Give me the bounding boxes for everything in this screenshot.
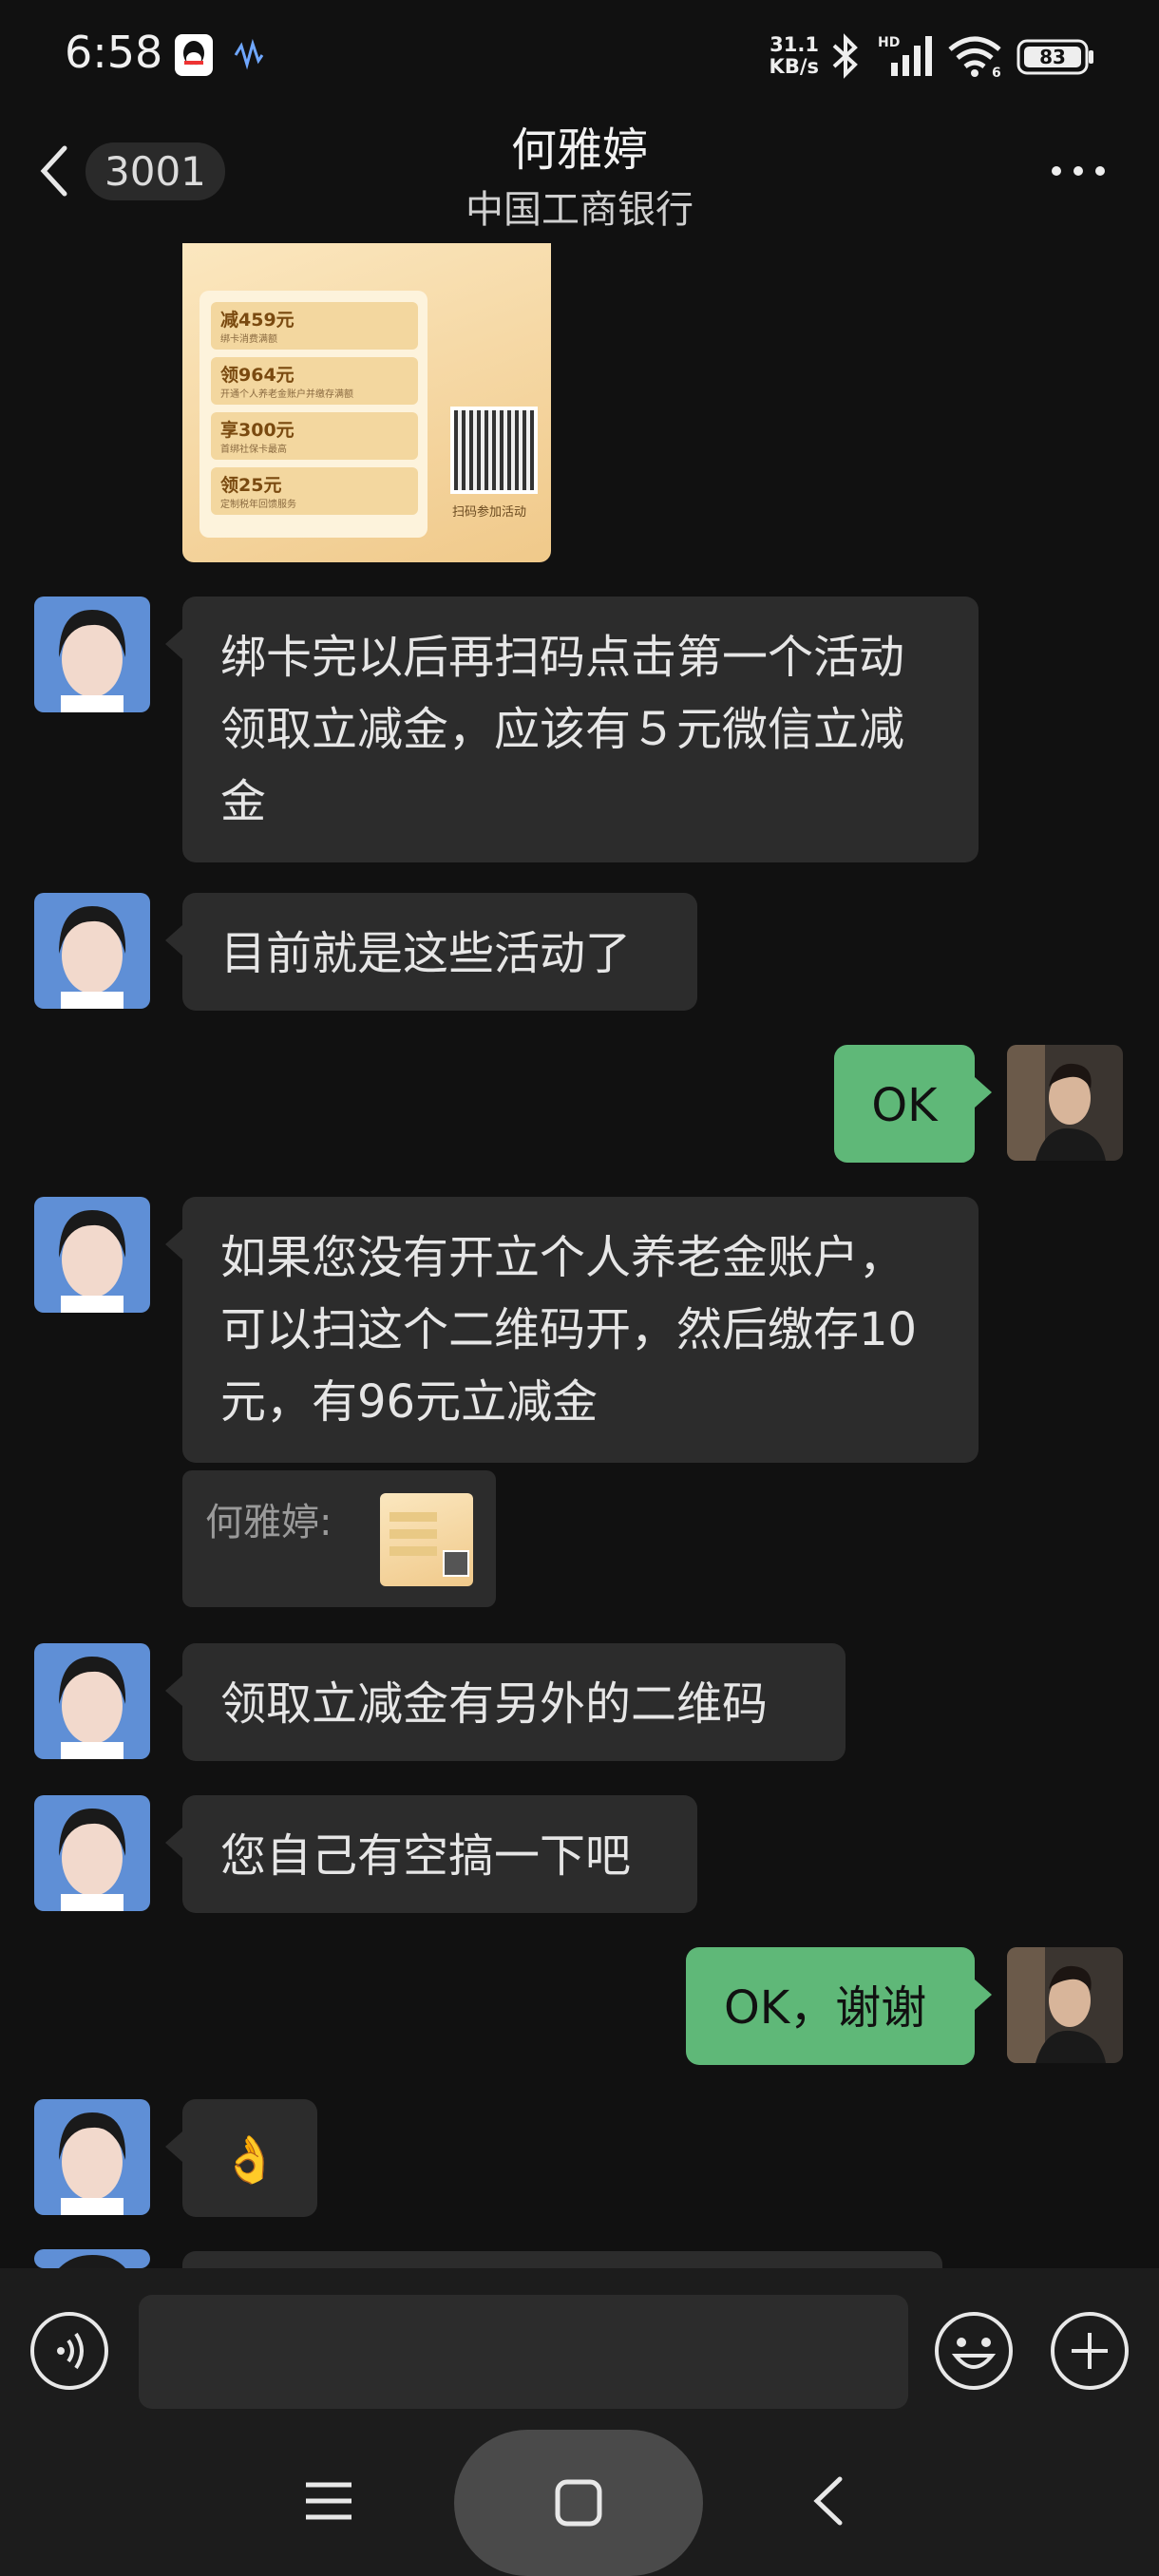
contact-avatar[interactable]: [34, 1795, 150, 1911]
back-arrow-icon: [813, 2476, 843, 2526]
svg-text:HD: HD: [878, 35, 900, 50]
menu-icon: [306, 2482, 352, 2520]
bluetooth-icon: [826, 32, 864, 84]
my-avatar[interactable]: [1007, 1947, 1123, 2063]
svg-text:83: 83: [1039, 46, 1066, 68]
message-bubble-sent[interactable]: OK: [834, 1045, 975, 1163]
message-bubble[interactable]: 您自己有空搞一下吧: [182, 1795, 697, 1913]
wifi-icon: 6: [946, 34, 1007, 82]
contact-avatar[interactable]: [34, 1643, 150, 1759]
svg-text:6: 6: [992, 66, 1001, 78]
menu-button[interactable]: [300, 2475, 357, 2527]
smiley-icon: [935, 2312, 1013, 2390]
battery-icon: 83: [1016, 38, 1096, 80]
signal-icon: HD: [878, 34, 939, 82]
emoji-message-bubble[interactable]: 👌: [182, 2099, 317, 2217]
quoted-message[interactable]: 何雅婷:: [182, 1470, 496, 1607]
message-bubble-partial[interactable]: [182, 2251, 942, 2268]
poster-row: 减459元 绑卡消费满额: [211, 302, 418, 350]
plus-icon: [1051, 2312, 1129, 2390]
voice-input-button[interactable]: [28, 2310, 110, 2392]
emoji-button[interactable]: [933, 2310, 1015, 2392]
promo-poster-image[interactable]: 减459元 绑卡消费满额 领964元 开通个人养老金账户并缴存满额 享300元 …: [182, 243, 551, 562]
more-options-button[interactable]: [1045, 152, 1112, 190]
qq-icon: [175, 34, 213, 80]
contact-avatar[interactable]: [34, 2249, 150, 2268]
poster-row: 享300元 首绑社保卡最高: [211, 412, 418, 460]
contact-avatar[interactable]: [34, 2099, 150, 2215]
status-time: 6:58: [65, 27, 163, 78]
poster-row: 领964元 开通个人养老金账户并缴存满额: [211, 357, 418, 405]
home-square-icon: [555, 2479, 602, 2527]
contact-avatar[interactable]: [34, 1197, 150, 1313]
chat-title: 何雅婷: [510, 123, 648, 177]
message-bubble[interactable]: 领取立减金有另外的二维码: [182, 1643, 846, 1761]
network-speed: 31.1 KB/s: [769, 33, 819, 78]
quote-sender-name: 何雅婷:: [205, 1501, 332, 1544]
quote-thumbnail-image: [380, 1493, 473, 1586]
contact-avatar[interactable]: [34, 597, 150, 712]
message-bubble[interactable]: 目前就是这些活动了: [182, 893, 697, 1011]
more-functions-button[interactable]: [1049, 2310, 1130, 2392]
poster-row: 领25元 定制税年回馈服务: [211, 467, 418, 515]
home-button[interactable]: [454, 2430, 703, 2576]
more-dots-icon: [1052, 166, 1105, 176]
chat-subtitle: 中国工商银行: [466, 188, 694, 232]
message-bubble[interactable]: 绑卡完以后再扫码点击第一个活动领取立减金，应该有５元微信立减金: [182, 597, 978, 862]
message-bubble-sent[interactable]: OK，谢谢: [686, 1947, 975, 2065]
audio-wave-icon: [234, 38, 264, 76]
message-bubble[interactable]: 如果您没有开立个人养老金账户，可以扫这个二维码开，然后缴存10元，有96元立减金: [182, 1197, 978, 1463]
qr-code-image: [450, 407, 538, 494]
contact-avatar[interactable]: [34, 893, 150, 1009]
system-back-button[interactable]: [809, 2473, 847, 2529]
voice-icon: [30, 2312, 108, 2390]
my-avatar[interactable]: [1007, 1045, 1123, 1161]
message-input[interactable]: [139, 2295, 908, 2409]
